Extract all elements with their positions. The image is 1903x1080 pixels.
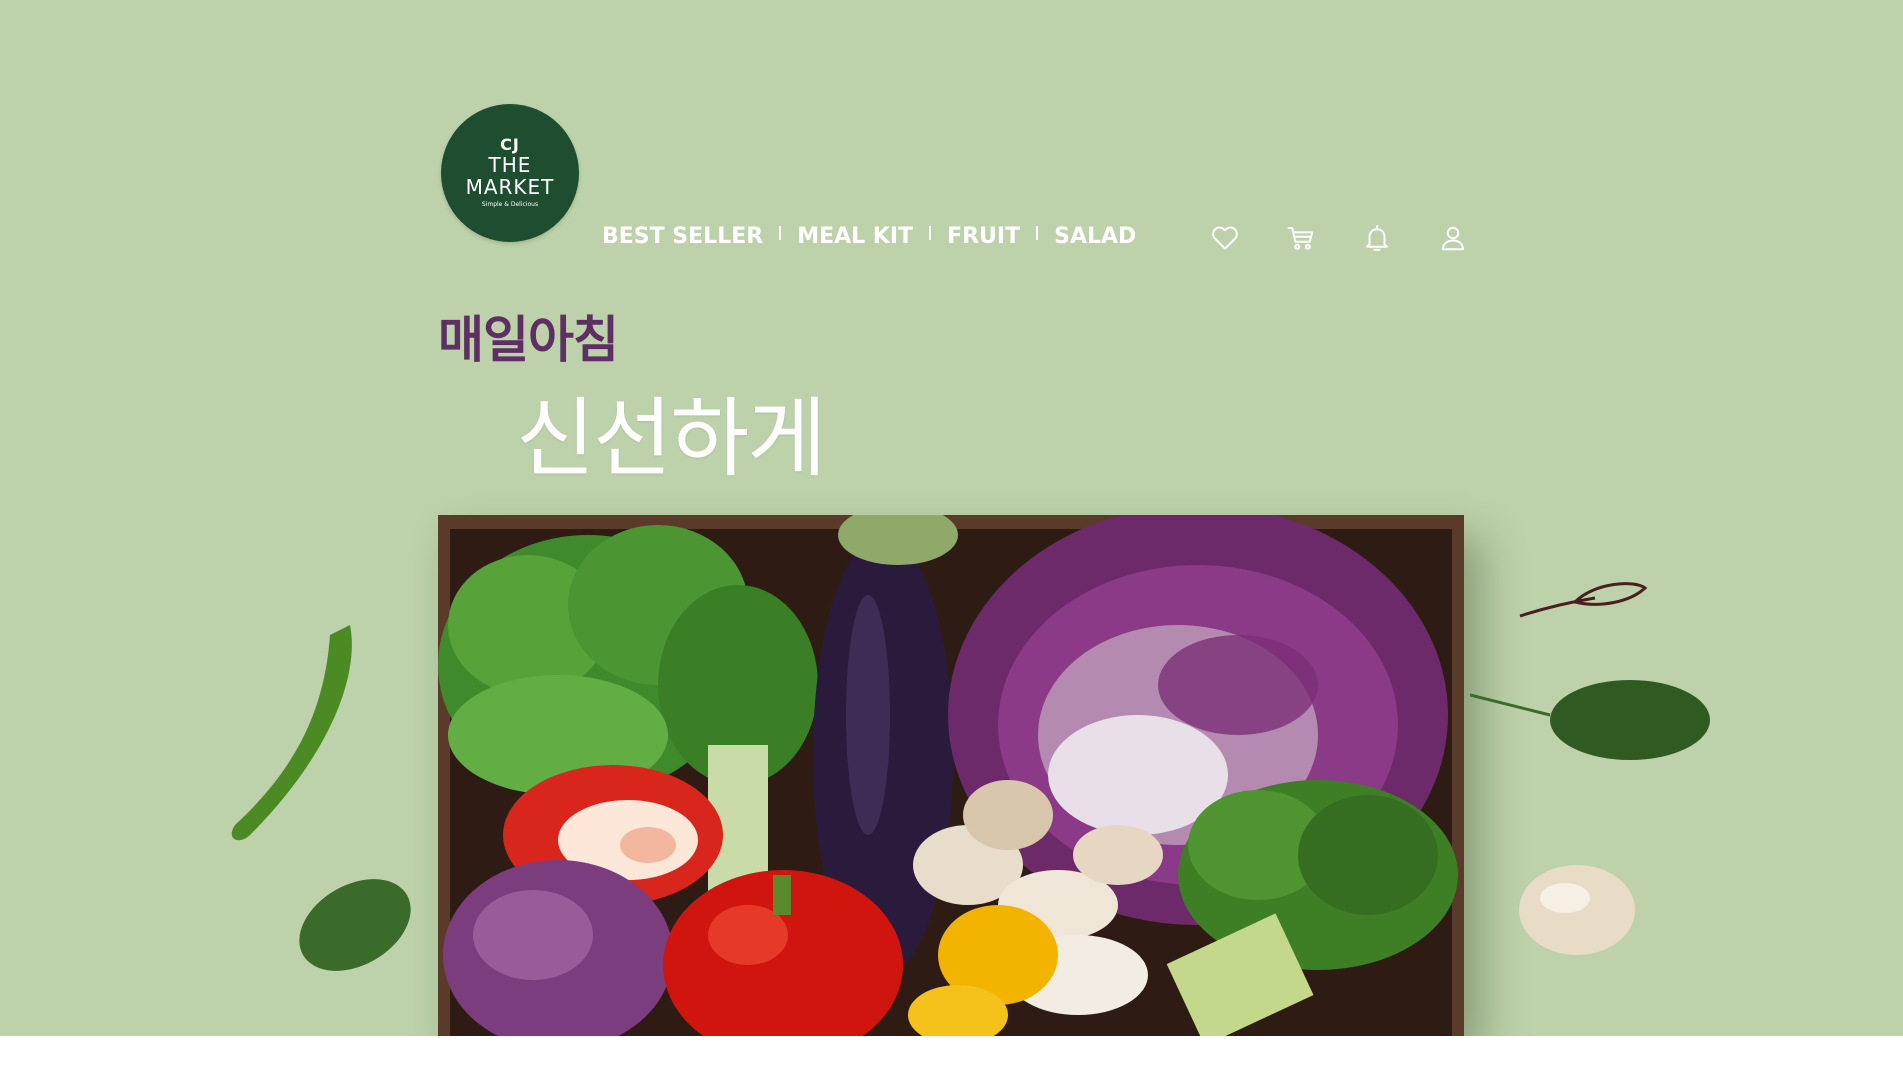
logo-text-market: MARKET — [465, 175, 555, 199]
spinach-leaf-right-image — [1470, 680, 1710, 760]
yellow-pepper-image — [908, 905, 1058, 1036]
green-chili-image — [231, 625, 352, 841]
logo-text-the: THE — [488, 153, 532, 177]
hero-tagline: 매일아침 — [438, 311, 619, 369]
nav-divider — [929, 225, 932, 240]
account-button[interactable] — [1438, 222, 1468, 254]
heart-icon — [1212, 226, 1238, 250]
hero-banner: CJ THE MARKET Simple & Delicious BEST SE… — [0, 0, 1903, 1036]
user-icon — [1442, 226, 1464, 251]
notifications-button[interactable] — [1362, 222, 1392, 254]
nav-item-best-seller[interactable]: BEST SELLER — [602, 224, 763, 249]
mushroom-image — [1519, 865, 1635, 955]
nav-item-fruit[interactable]: FRUIT — [947, 224, 1020, 249]
nav-item-meal-kit[interactable]: MEAL KIT — [797, 224, 913, 249]
hero-headline: 신선하게 — [516, 389, 826, 489]
cart-icon — [1287, 227, 1314, 250]
produce-crate-image — [438, 515, 1464, 1036]
nav-divider — [1036, 225, 1039, 240]
broccoli-image — [1166, 780, 1458, 1036]
spinach-leaf-image — [299, 879, 411, 971]
brand-logo[interactable]: CJ THE MARKET Simple & Delicious — [441, 104, 579, 242]
bell-icon — [1366, 225, 1388, 251]
logo-tagline: Simple & Delicious — [481, 201, 539, 208]
header-icons — [1210, 222, 1468, 254]
main-nav: BEST SELLER MEAL KIT FRUIT SALAD — [602, 224, 1136, 249]
leaf-sketch-icon — [1519, 582, 1648, 618]
logo-text-cj: CJ — [500, 135, 520, 154]
nav-divider — [779, 225, 782, 240]
nav-item-salad[interactable]: SALAD — [1054, 224, 1136, 249]
vegetables-illustration — [438, 515, 1458, 1036]
cart-button[interactable] — [1286, 222, 1316, 254]
wishlist-button[interactable] — [1210, 222, 1240, 254]
